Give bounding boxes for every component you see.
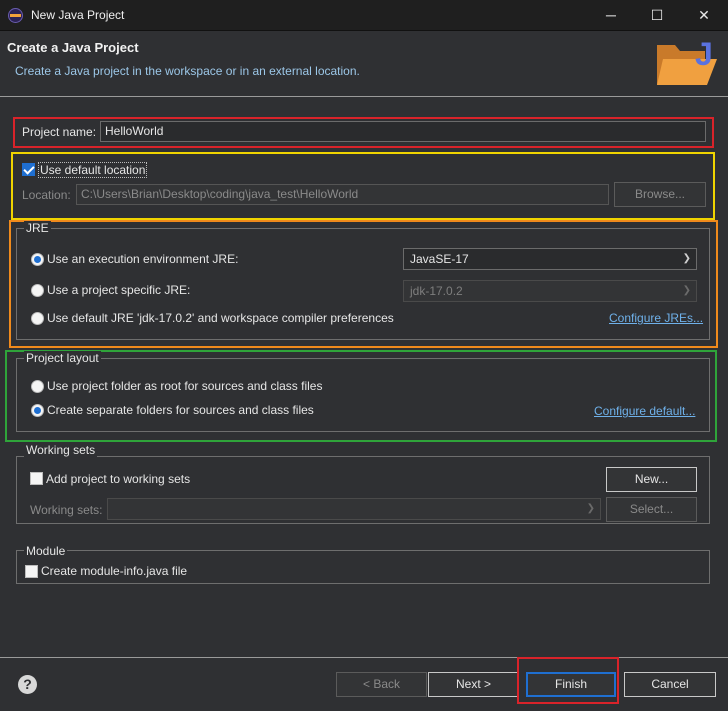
- working-sets-select[interactable]: ❯: [107, 498, 601, 520]
- project-layout-group: [16, 358, 710, 432]
- back-button[interactable]: < Back: [336, 672, 427, 697]
- maximize-button[interactable]: ☐: [634, 0, 680, 31]
- working-sets-label: Working sets:: [30, 503, 103, 517]
- jre-group-title: JRE: [24, 221, 51, 235]
- separate-folders-label: Create separate folders for sources and …: [47, 403, 314, 417]
- window-title: New Java Project: [31, 8, 125, 22]
- create-module-info-checkbox[interactable]: [25, 565, 38, 578]
- module-group-title: Module: [24, 544, 68, 558]
- add-to-working-sets-checkbox[interactable]: [30, 472, 43, 485]
- eclipse-icon: [8, 8, 23, 23]
- use-default-location-checkbox[interactable]: [22, 163, 35, 176]
- java-project-folder-icon: J: [657, 36, 717, 85]
- next-button[interactable]: Next >: [428, 672, 519, 697]
- default-jre-radio[interactable]: [31, 312, 44, 325]
- minimize-button[interactable]: ─: [588, 0, 634, 31]
- cancel-button[interactable]: Cancel: [624, 672, 716, 697]
- execution-env-radio[interactable]: [31, 253, 44, 266]
- project-specific-jre-radio[interactable]: [31, 284, 44, 297]
- execution-env-label: Use an execution environment JRE:: [47, 252, 239, 266]
- add-to-working-sets-label: Add project to working sets: [46, 472, 191, 486]
- project-root-radio[interactable]: [31, 380, 44, 393]
- location-input[interactable]: C:\Users\Brian\Desktop\coding\java_test\…: [76, 184, 609, 205]
- svg-text:J: J: [695, 36, 713, 72]
- chevron-down-icon: ❯: [586, 503, 595, 514]
- finish-button[interactable]: Finish: [526, 672, 616, 697]
- select-working-sets-button[interactable]: Select...: [606, 497, 697, 522]
- close-button[interactable]: ✕: [681, 0, 727, 31]
- project-specific-jre-label: Use a project specific JRE:: [47, 283, 191, 297]
- use-default-location-label: Use default location: [38, 162, 148, 178]
- browse-button[interactable]: Browse...: [614, 182, 706, 207]
- page-title: Create a Java Project: [7, 40, 139, 55]
- execution-env-select[interactable]: JavaSE-17 ❯: [403, 248, 697, 270]
- project-root-label: Use project folder as root for sources a…: [47, 379, 323, 393]
- create-module-info-label: Create module-info.java file: [41, 564, 188, 578]
- execution-env-value: JavaSE-17: [410, 252, 469, 266]
- chevron-down-icon: ❯: [682, 285, 691, 296]
- project-specific-jre-select[interactable]: jdk-17.0.2 ❯: [403, 280, 697, 302]
- configure-default-link[interactable]: Configure default...: [594, 404, 695, 418]
- configure-jres-link[interactable]: Configure JREs...: [609, 311, 703, 325]
- project-layout-group-title: Project layout: [24, 351, 101, 365]
- default-jre-label: Use default JRE 'jdk-17.0.2' and workspa…: [47, 311, 394, 325]
- project-name-label: Project name:: [22, 125, 97, 139]
- new-working-set-button[interactable]: New...: [606, 467, 697, 492]
- working-sets-group-title: Working sets: [24, 443, 98, 457]
- chevron-down-icon: ❯: [682, 253, 691, 264]
- location-label: Location:: [22, 188, 71, 202]
- separate-folders-radio[interactable]: [31, 404, 44, 417]
- project-name-input[interactable]: HelloWorld: [100, 121, 706, 142]
- help-icon[interactable]: ?: [18, 675, 37, 694]
- page-subtitle: Create a Java project in the workspace o…: [15, 64, 360, 78]
- project-specific-jre-value: jdk-17.0.2: [410, 284, 463, 298]
